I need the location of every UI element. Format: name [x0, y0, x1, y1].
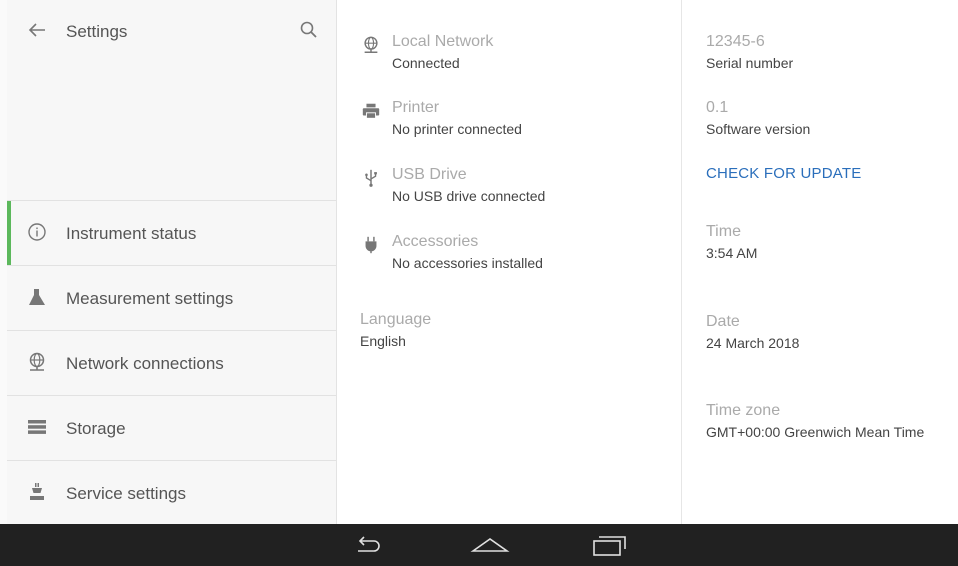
globe-network-icon — [364, 36, 378, 53]
date-value: 24 March 2018 — [706, 335, 800, 351]
sidebar-menu: Instrument status Measurement settings N… — [7, 200, 336, 525]
sidebar-item-storage[interactable]: Storage — [7, 395, 336, 460]
sidebar-item-service-settings[interactable]: Service settings — [7, 460, 336, 525]
printer-icon — [362, 103, 380, 119]
magnifier-icon — [300, 21, 317, 38]
sidebar-header: Settings — [7, 0, 336, 64]
nav-home-icon — [470, 538, 510, 552]
check-for-update-button[interactable]: CHECK FOR UPDATE — [706, 165, 861, 182]
back-button[interactable] — [25, 18, 49, 42]
sidebar-item-label: Instrument status — [66, 224, 197, 243]
software-version-info: 0.1 Software version — [706, 99, 810, 137]
time-zone-value: GMT+00:00 Greenwich Mean Time — [706, 424, 925, 440]
settings-sidebar: Settings Instrument status Measurement s… — [7, 0, 337, 524]
screen-edge — [0, 0, 7, 524]
active-indicator — [7, 201, 11, 265]
device-status: No accessories installed — [392, 255, 543, 271]
time-setting[interactable]: Time 3:54 AM — [706, 223, 757, 261]
serial-number-info: 12345-6 Serial number — [706, 33, 793, 71]
system-navigation-bar — [0, 524, 958, 566]
time-zone-label: Time zone — [706, 402, 781, 419]
serial-number-label: Serial number — [706, 55, 794, 71]
nav-back-icon — [358, 536, 380, 552]
sidebar-item-instrument-status[interactable]: Instrument status — [7, 200, 336, 265]
sidebar-item-label: Measurement settings — [66, 289, 234, 308]
storage-icon — [28, 420, 46, 434]
printer-row[interactable]: Printer No printer connected — [359, 99, 669, 149]
usb-drive-row[interactable]: USB Drive No USB drive connected — [359, 166, 669, 216]
time-zone-setting[interactable]: Time zone GMT+00:00 Greenwich Mean Time — [706, 402, 924, 440]
flask-icon — [29, 289, 45, 305]
globe-network-icon — [29, 352, 45, 371]
nav-home-button[interactable] — [470, 531, 510, 559]
language-label: Language — [360, 311, 432, 328]
nav-recents-icon — [593, 536, 626, 556]
info-circle-icon — [28, 223, 46, 241]
sidebar-item-label: Network connections — [66, 354, 224, 373]
date-label: Date — [706, 313, 740, 330]
software-version-label: Software version — [706, 121, 811, 137]
sidebar-item-label: Service settings — [66, 484, 186, 503]
local-network-row[interactable]: Local Network Connected — [359, 33, 669, 83]
device-status: No printer connected — [392, 121, 522, 137]
system-info-panel: 12345-6 Serial number 0.1 Software versi… — [682, 0, 958, 524]
accessories-row[interactable]: Accessories No accessories installed — [359, 233, 669, 283]
software-version-value: 0.1 — [706, 99, 729, 116]
time-value: 3:54 AM — [706, 245, 758, 261]
device-status: No USB drive connected — [392, 188, 546, 204]
device-status: Connected — [392, 55, 460, 71]
date-setting[interactable]: Date 24 March 2018 — [706, 313, 799, 351]
arrow-left-icon — [28, 23, 45, 37]
device-title: Local Network — [392, 33, 494, 50]
language-setting[interactable]: Language English — [360, 311, 431, 349]
device-title: USB Drive — [392, 166, 467, 183]
serial-number-value: 12345-6 — [706, 33, 765, 50]
screen: Settings Instrument status Measurement s… — [0, 0, 958, 524]
language-value: English — [360, 333, 406, 349]
time-label: Time — [706, 223, 741, 240]
service-icon — [30, 483, 44, 500]
nav-back-button[interactable] — [350, 531, 390, 559]
page-title: Settings — [66, 22, 128, 41]
usb-icon — [365, 169, 377, 187]
connectivity-panel: Local Network Connected Printer No print… — [337, 0, 682, 524]
device-title: Accessories — [392, 233, 479, 250]
nav-recents-button[interactable] — [590, 531, 630, 559]
sidebar-item-label: Storage — [66, 419, 126, 438]
device-title: Printer — [392, 99, 440, 116]
search-button[interactable] — [297, 18, 321, 42]
sidebar-item-measurement-settings[interactable]: Measurement settings — [7, 265, 336, 330]
sidebar-item-network-connections[interactable]: Network connections — [7, 330, 336, 395]
plug-icon — [365, 236, 377, 254]
